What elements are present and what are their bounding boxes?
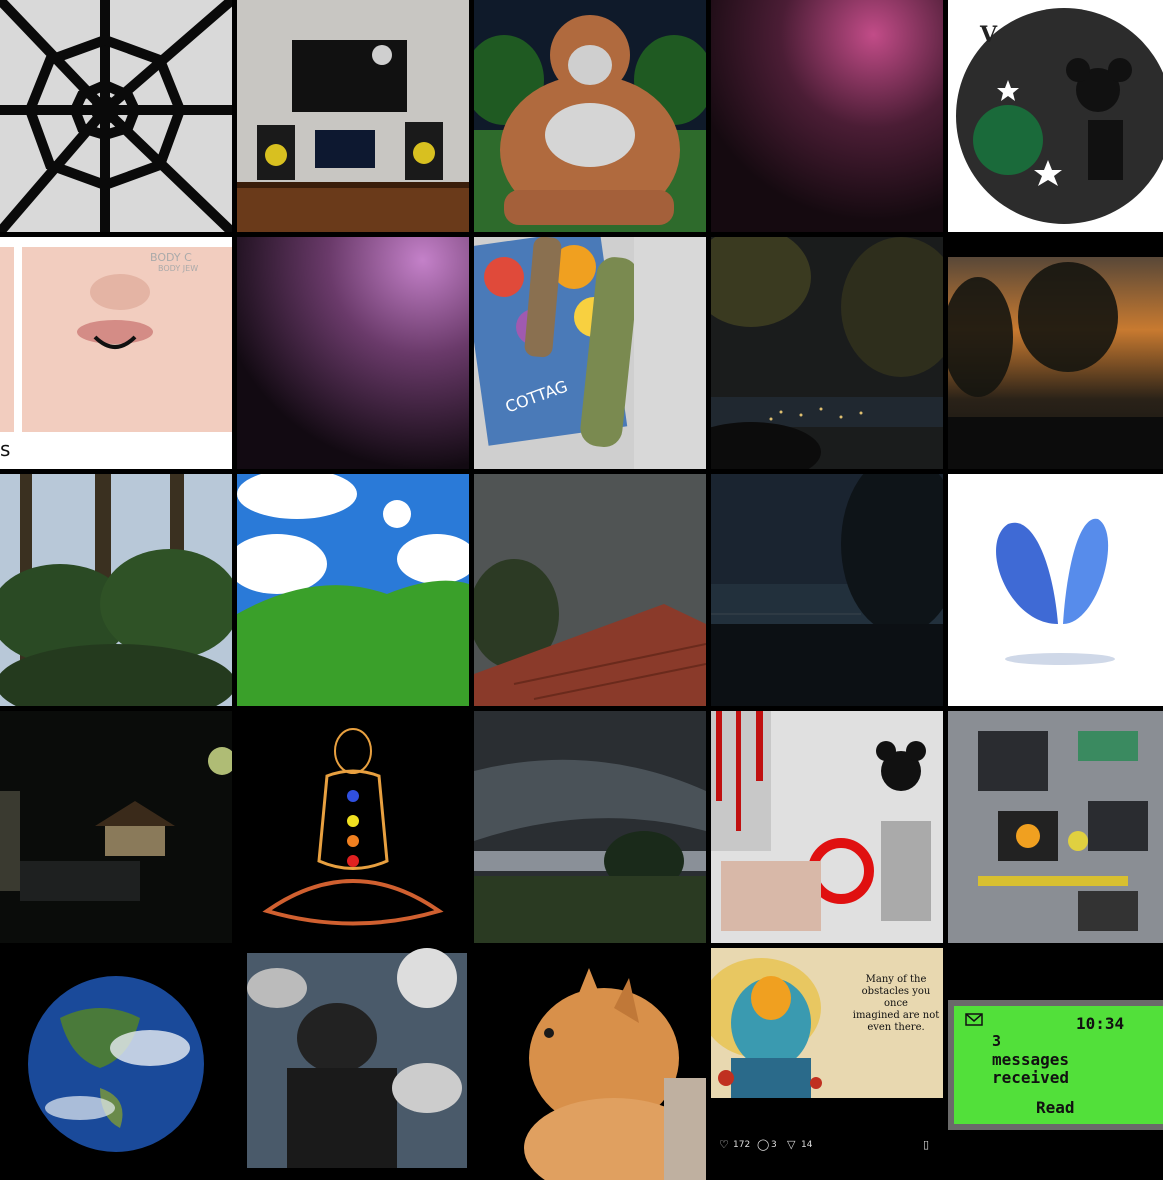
night-city-image (711, 237, 943, 469)
tile-ganesha-quote[interactable]: Many of the obstacles you once imagined … (711, 948, 943, 1180)
biohazard-collage-image (711, 711, 943, 943)
bookmark-icon[interactable]: ▯ (923, 1138, 929, 1151)
tile-night-city-trees[interactable] (711, 237, 943, 469)
quote-block: Many of the obstacles you once imagined … (849, 974, 943, 1034)
tile-pink-gradient-1[interactable] (711, 0, 943, 232)
comment-icon[interactable]: ◯ (757, 1138, 769, 1151)
pine-forest-image (0, 474, 232, 706)
read-softkey[interactable]: Read (1036, 1098, 1075, 1117)
tile-meditating-bigfoot[interactable] (474, 0, 706, 232)
phone-clock: 10:34 (1076, 1014, 1125, 1033)
earth-image (0, 948, 232, 1180)
message-count: 3 (992, 1032, 1002, 1050)
tile-pink-gradient-2[interactable] (237, 237, 469, 469)
tile-nokia-phone-screen[interactable]: 10:34 3 messages received Read (948, 948, 1163, 1180)
like-count: 172 (733, 1140, 751, 1150)
lego-board-image (948, 711, 1163, 943)
halftone-figure-image (237, 948, 469, 1180)
tile-pine-forest[interactable] (0, 474, 232, 706)
sunset-image (948, 237, 1163, 469)
gta-badge-text: V (980, 22, 998, 48)
message-line-1: messages (992, 1050, 1070, 1069)
tile-lip-piercing-ad[interactable]: BODY C BODY JEW s (0, 237, 232, 469)
tile-lego-circuit-board[interactable] (948, 711, 1163, 943)
quote-line-1: Many of the (865, 974, 927, 985)
tile-chakra-meditation[interactable] (237, 711, 469, 943)
butterfly-image (948, 474, 1163, 706)
tile-storm-roof[interactable] (474, 474, 706, 706)
storm-field-image (474, 711, 706, 943)
web-pattern-image (0, 0, 232, 232)
cat-image (474, 948, 706, 1180)
quote-line-3: imagined are not (852, 1010, 940, 1021)
brand-subtext: BODY JEW (158, 264, 199, 273)
flower-stones-image (474, 237, 706, 469)
tile-flower-stones-keyboard[interactable]: COTTAG (474, 237, 706, 469)
tile-mono-halftone-figure[interactable] (237, 948, 469, 1180)
tile-black-web-pattern[interactable] (0, 0, 232, 232)
pink-gradient-2-image (237, 237, 469, 469)
tile-sunset-trees[interactable] (948, 237, 1163, 469)
like-icon[interactable]: ♡ (719, 1138, 729, 1151)
quote-line-2: obstacles you once (861, 986, 931, 1009)
tile-blue-butterfly[interactable] (948, 474, 1163, 706)
storm-roof-image (474, 474, 706, 706)
tile-green-hill-sky[interactable] (237, 474, 469, 706)
share-count: 14 (801, 1140, 813, 1150)
tile-storm-field[interactable] (474, 711, 706, 943)
tile-mickey-collage-circle[interactable]: V (948, 0, 1163, 232)
message-line-2: received (992, 1068, 1070, 1087)
post-action-bar: ♡ 172 ◯ 3 ▽ 14 ▯ (719, 1138, 939, 1154)
night-house-image (0, 711, 232, 943)
image-grid: V BODY C BODY JEW s COTTAG Many of the o… (0, 0, 1163, 1180)
tile-dark-lake-night[interactable] (711, 474, 943, 706)
share-icon[interactable]: ▽ (787, 1138, 795, 1151)
dark-lake-image (711, 474, 943, 706)
tile-earth-globe[interactable] (0, 948, 232, 1180)
comment-count: 3 (771, 1140, 777, 1150)
brand-text: BODY C (150, 251, 192, 264)
chakra-image (237, 711, 469, 943)
tile-orange-cat[interactable] (474, 948, 706, 1180)
caption-text: s (0, 437, 11, 461)
tile-desk-tv-setup[interactable] (237, 0, 469, 232)
desk-setup-image (237, 0, 469, 232)
pink-gradient-image (711, 0, 943, 232)
quote-line-4: even there. (867, 1022, 925, 1033)
tile-mickey-biohazard-collage[interactable] (711, 711, 943, 943)
tile-night-house-street[interactable] (0, 711, 232, 943)
bigfoot-image (474, 0, 706, 232)
green-hill-image (237, 474, 469, 706)
